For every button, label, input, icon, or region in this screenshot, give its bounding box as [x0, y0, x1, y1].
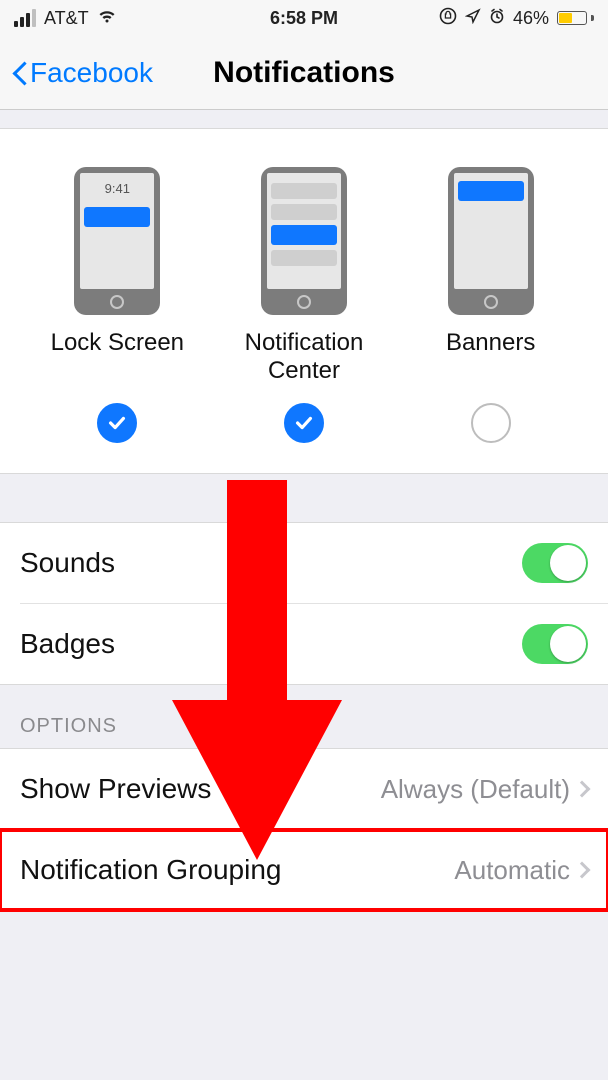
location-arrow-icon: [465, 8, 481, 29]
alert-style-banners[interactable]: Banners: [398, 167, 583, 387]
sounds-label: Sounds: [20, 547, 115, 579]
battery-percent: 46%: [513, 8, 549, 29]
home-dot-icon: [484, 295, 498, 309]
chevron-right-icon: [574, 781, 591, 798]
options-header: OPTIONS: [0, 685, 608, 748]
check-lock-screen[interactable]: [97, 403, 137, 443]
alert-style-label: Notification Center: [212, 329, 397, 387]
show-previews-value-text: Always (Default): [381, 774, 570, 805]
chevron-left-icon: [10, 59, 28, 87]
check-banners[interactable]: [471, 403, 511, 443]
nav-header: Facebook Notifications: [0, 36, 608, 110]
carrier-label: AT&T: [44, 8, 89, 29]
alarm-icon: [489, 8, 505, 29]
status-bar: AT&T 6:58 PM 46%: [0, 0, 608, 36]
alert-style-label: Banners: [446, 329, 535, 387]
alert-style-label: Lock Screen: [51, 329, 184, 387]
badges-label: Badges: [20, 628, 115, 660]
alert-style-checks: [24, 403, 584, 443]
alert-styles-row: 9:41 Lock Screen Notification Center: [24, 167, 584, 387]
cellular-signal-icon: [14, 9, 36, 27]
alert-style-notification-center[interactable]: Notification Center: [212, 167, 397, 387]
back-label: Facebook: [30, 57, 153, 89]
status-time: 6:58 PM: [270, 8, 338, 29]
wifi-icon: [97, 7, 117, 30]
preview-notification-bar: [271, 250, 337, 266]
badges-toggle[interactable]: [522, 624, 588, 664]
grouping-value-text: Automatic: [454, 855, 570, 886]
row-show-previews[interactable]: Show Previews Always (Default): [0, 749, 608, 829]
phone-preview-banners: [448, 167, 534, 315]
row-notification-grouping[interactable]: Notification Grouping Automatic: [0, 830, 608, 910]
phone-preview-lock-screen: 9:41: [74, 167, 160, 315]
chevron-right-icon: [574, 862, 591, 879]
home-dot-icon: [110, 295, 124, 309]
alert-style-lock-screen[interactable]: 9:41 Lock Screen: [25, 167, 210, 387]
sounds-toggle[interactable]: [522, 543, 588, 583]
back-button[interactable]: Facebook: [10, 57, 153, 89]
check-notification-center[interactable]: [284, 403, 324, 443]
home-dot-icon: [297, 295, 311, 309]
row-badges[interactable]: Badges: [0, 604, 608, 684]
preview-notification-bar: [458, 181, 524, 201]
status-left: AT&T: [14, 7, 117, 30]
show-previews-label: Show Previews: [20, 773, 211, 805]
alert-styles-section: 9:41 Lock Screen Notification Center: [0, 128, 608, 474]
row-sounds[interactable]: Sounds: [0, 523, 608, 603]
preview-notification-bar: [271, 204, 337, 220]
status-right: 46%: [439, 7, 594, 30]
page-title: Notifications: [213, 56, 395, 90]
toggles-section: Sounds Badges: [0, 522, 608, 685]
battery-icon: [557, 11, 594, 25]
preview-notification-bar: [271, 225, 337, 245]
show-previews-value: Always (Default): [381, 774, 588, 805]
orientation-lock-icon: [439, 7, 457, 30]
options-section: Show Previews Always (Default) Notificat…: [0, 748, 608, 911]
grouping-label: Notification Grouping: [20, 854, 281, 886]
phone-preview-notification-center: [261, 167, 347, 315]
grouping-value: Automatic: [454, 855, 588, 886]
preview-notification-bar: [84, 207, 150, 227]
preview-notification-bar: [271, 183, 337, 199]
preview-time: 9:41: [105, 181, 130, 196]
